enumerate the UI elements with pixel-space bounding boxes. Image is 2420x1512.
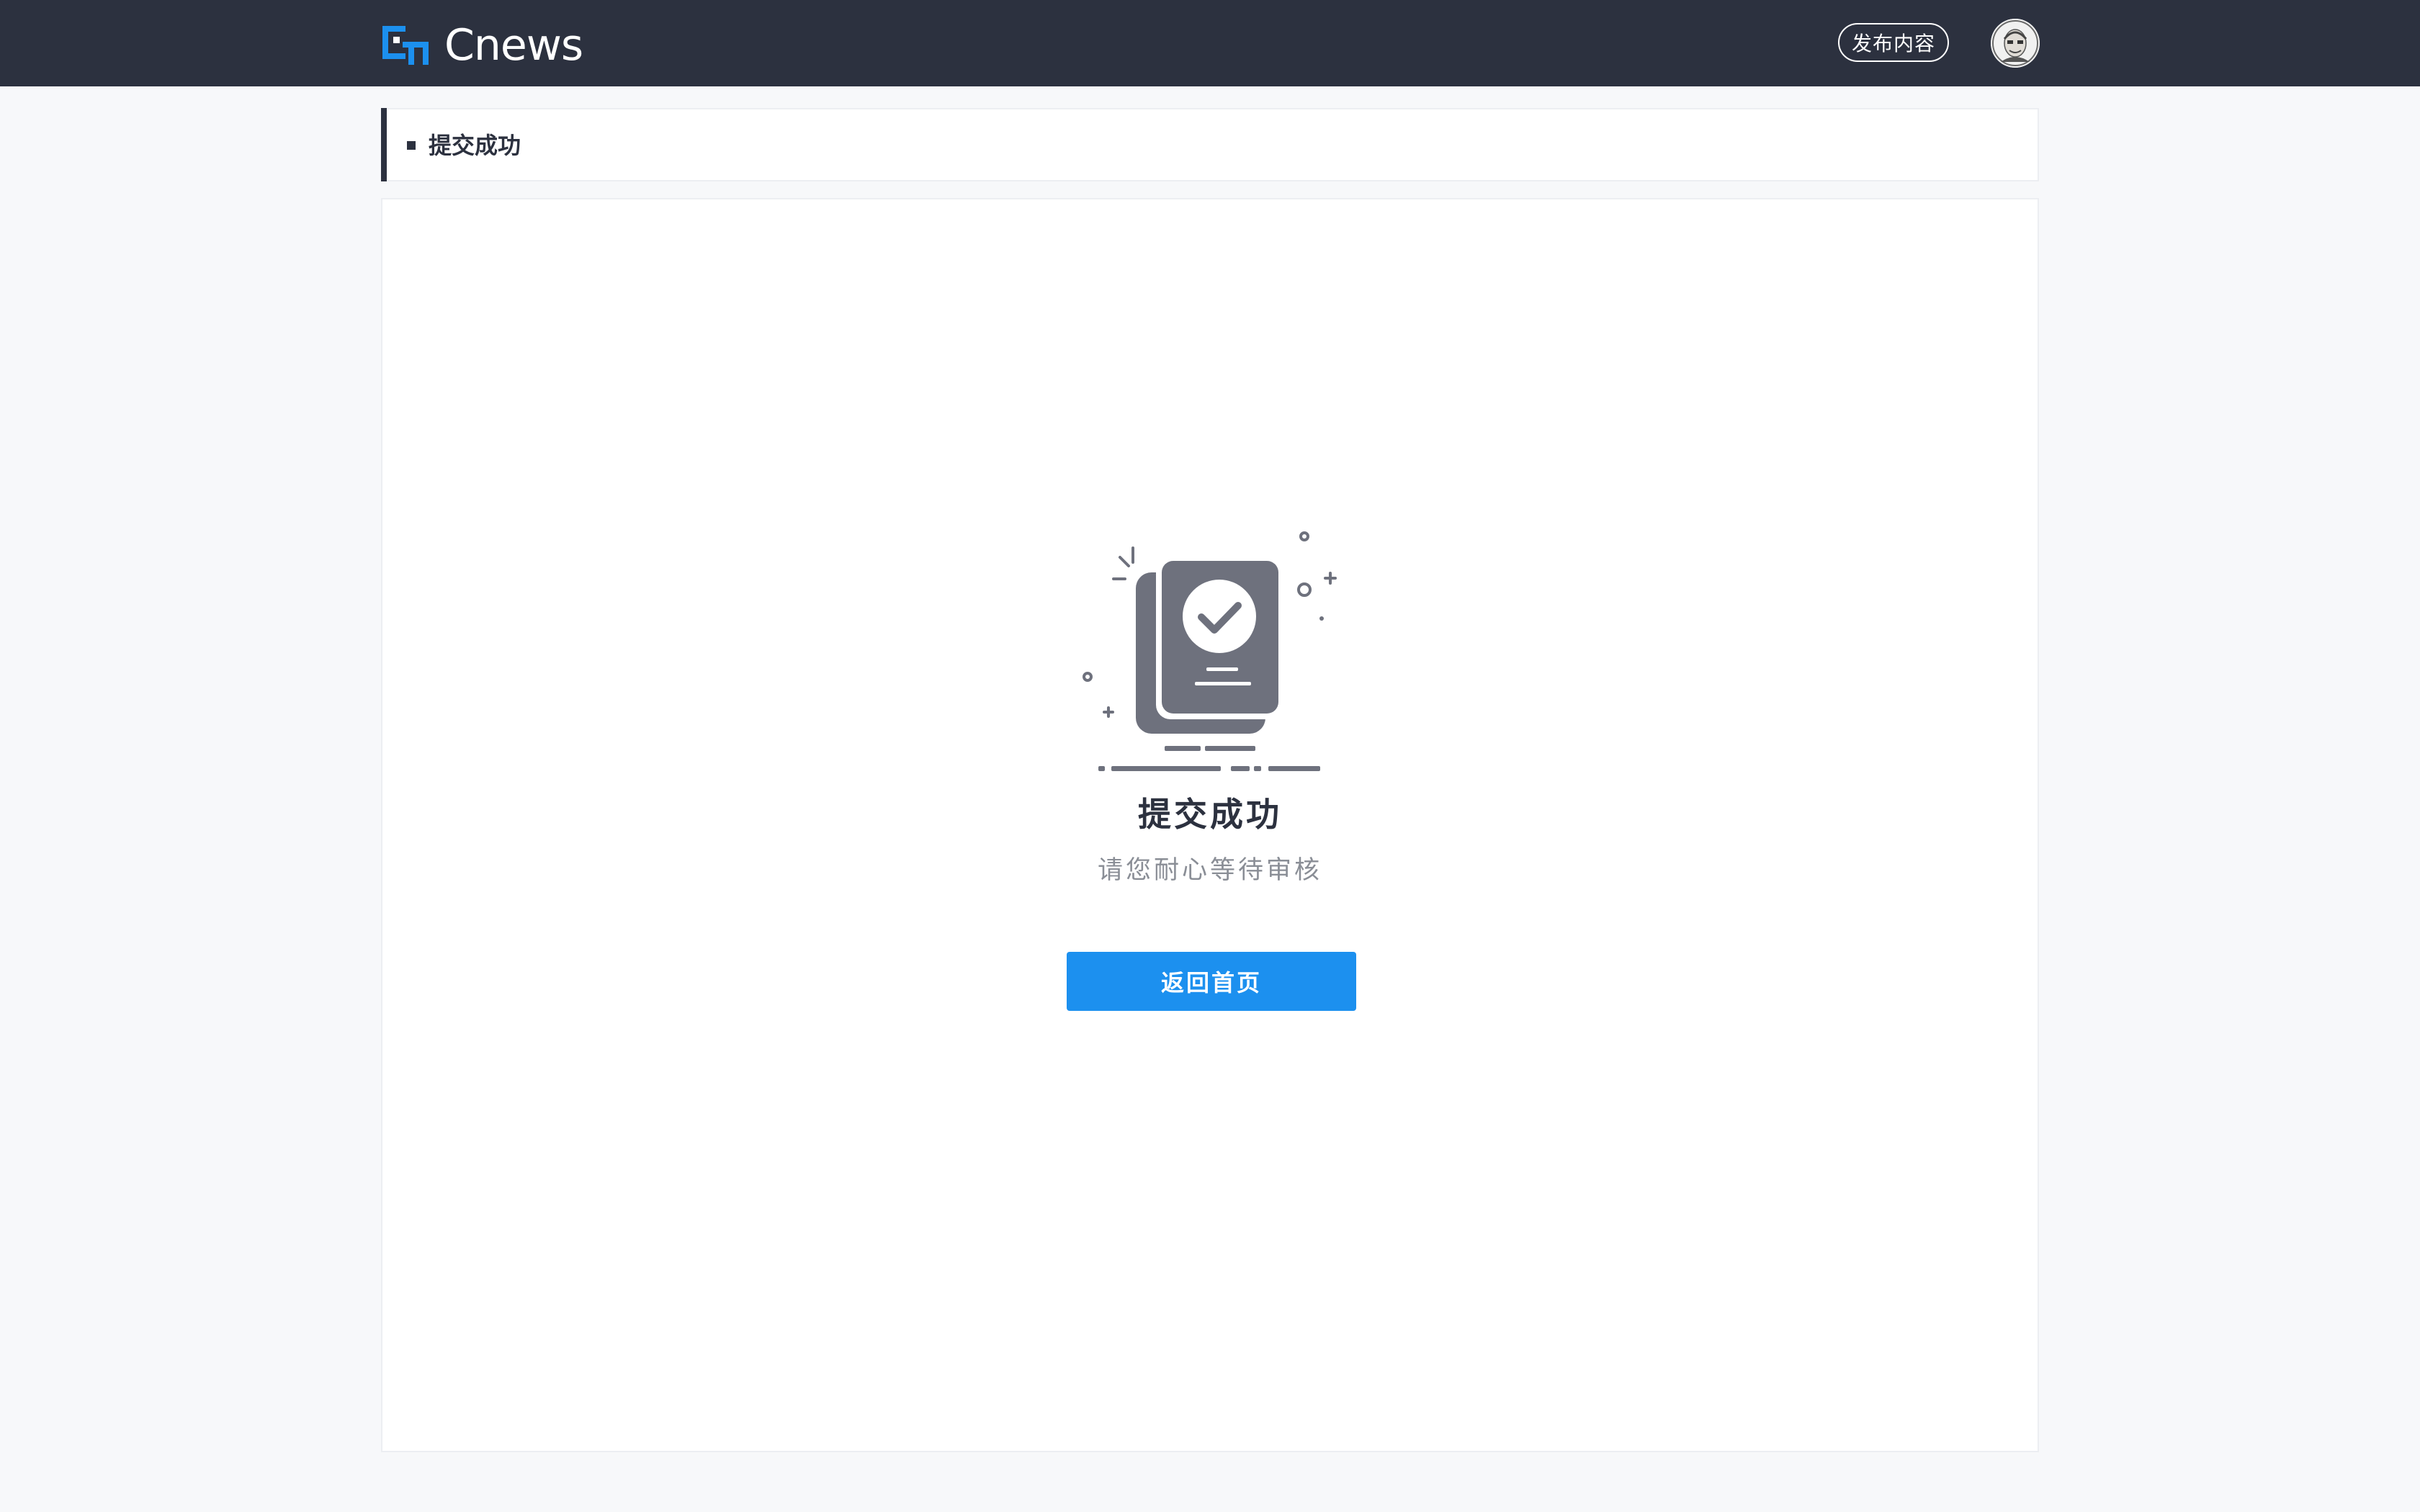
site-logo[interactable]: Cnews <box>381 20 583 71</box>
logo-text: Cnews <box>444 20 583 71</box>
title-accent-bar <box>381 108 387 181</box>
page-title: 提交成功 <box>429 132 521 159</box>
document-check-icon <box>1083 531 1337 771</box>
result-subtitle: 请您耐心等待审核 <box>1097 856 1322 885</box>
top-navigation-bar: Cnews 发布内容 <box>0 0 2420 86</box>
page-title-bar: 提交成功 <box>381 108 2039 181</box>
back-to-home-button[interactable]: 返回首页 <box>1067 952 1356 1011</box>
user-avatar[interactable] <box>1991 19 2040 68</box>
title-bullet-icon <box>407 141 416 150</box>
result-panel: 提交成功 请您耐心等待审核 返回首页 <box>381 198 2039 1452</box>
publish-content-button[interactable]: 发布内容 <box>1838 23 1949 62</box>
result-title: 提交成功 <box>1138 795 1282 834</box>
cnews-logo-icon <box>382 26 429 65</box>
avatar-icon <box>1991 19 2040 68</box>
